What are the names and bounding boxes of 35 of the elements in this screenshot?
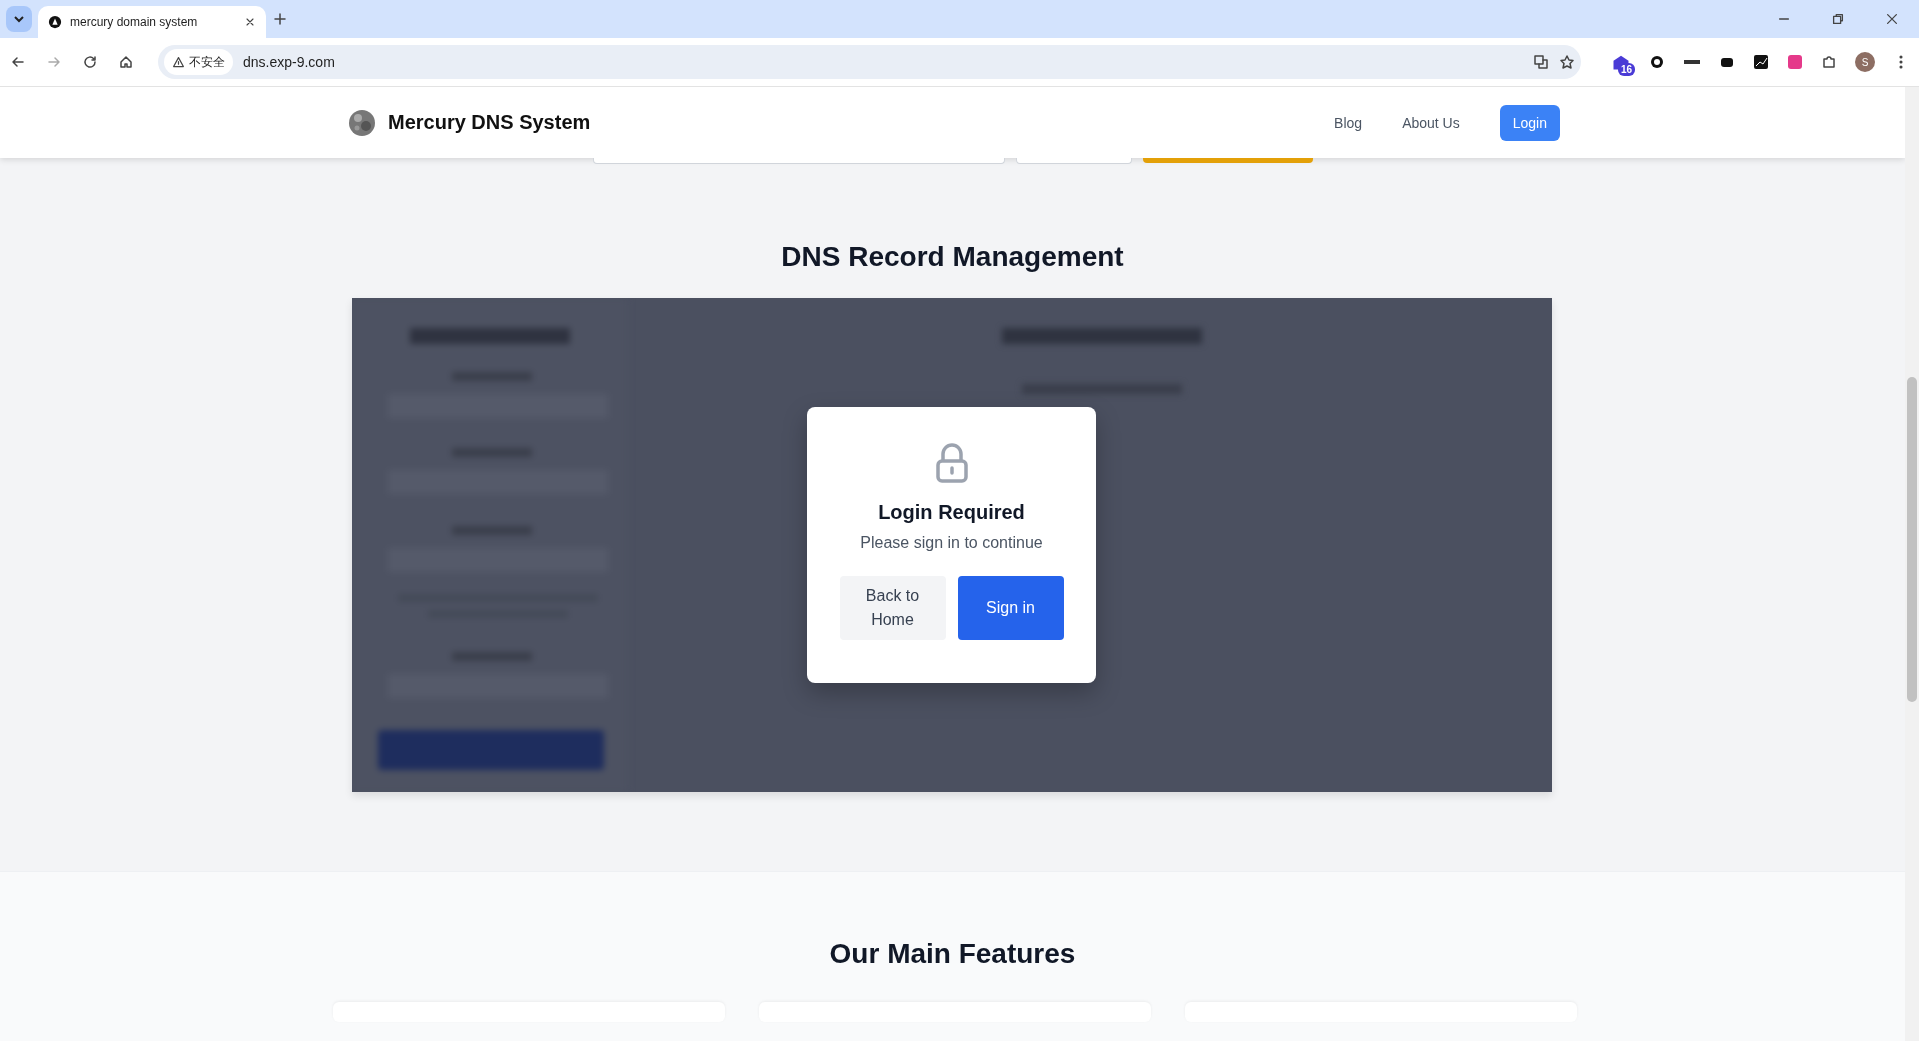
modal-title: Login Required: [878, 501, 1025, 524]
browser-tab[interactable]: mercury domain system: [38, 6, 266, 38]
lock-icon: [934, 443, 969, 483]
close-tab-icon[interactable]: [244, 16, 256, 28]
moon-logo-icon: [348, 108, 376, 137]
section-heading: Our Main Features: [828, 938, 1077, 970]
bookmark-star-icon[interactable]: [1559, 54, 1575, 70]
puzzle-icon[interactable]: [1821, 54, 1837, 70]
tab-list-button[interactable]: [6, 6, 32, 32]
warning-icon: [172, 55, 185, 69]
nav-link[interactable]: Blog: [1334, 114, 1363, 131]
close-icon[interactable]: [1885, 12, 1899, 26]
extension-icon[interactable]: [1683, 57, 1701, 67]
profile-avatar[interactable]: S: [1855, 52, 1875, 72]
site-title: Mercury DNS System: [388, 111, 591, 134]
security-chip[interactable]: 不安全: [164, 49, 233, 75]
translate-icon[interactable]: [1533, 54, 1549, 70]
login-button[interactable]: Login: [1499, 104, 1560, 141]
modal-message: Please sign in to continue: [860, 534, 1043, 552]
search-field[interactable]: [593, 158, 1005, 164]
url-field[interactable]: dns.exp-9.com: [243, 54, 1523, 70]
back-icon[interactable]: [10, 54, 26, 70]
new-tab-icon[interactable]: [272, 11, 288, 27]
back-home-button[interactable]: Back to Home: [839, 576, 946, 640]
nav-link[interactable]: About Us: [1402, 114, 1460, 131]
site-icon: [48, 15, 62, 29]
sign-in-button[interactable]: Sign in: [957, 576, 1064, 640]
chart-icon[interactable]: [1753, 54, 1769, 70]
home-icon[interactable]: [118, 54, 134, 70]
section-heading: DNS Record Management: [780, 241, 1125, 273]
reload-icon[interactable]: [82, 54, 98, 70]
scrollbar-thumb[interactable]: [1907, 377, 1917, 702]
select-field[interactable]: [1016, 158, 1132, 164]
restore-icon[interactable]: [1831, 12, 1845, 26]
ring-icon[interactable]: [1649, 54, 1665, 70]
